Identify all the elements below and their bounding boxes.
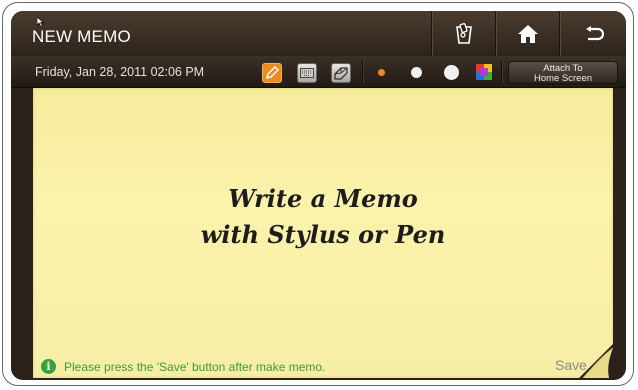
- pen-size-large-button[interactable]: [444, 65, 459, 80]
- memo-hint-line1: Write a Memo: [228, 184, 418, 213]
- keyboard-tool-button[interactable]: [297, 63, 317, 83]
- info-icon: i: [41, 359, 56, 374]
- pen-tool-button[interactable]: [262, 63, 282, 83]
- memo-app-window: NEW MEMO Friday, Jan 28, 2011 02:06 PM A…: [11, 11, 626, 380]
- home-button[interactable]: [495, 11, 559, 56]
- memo-datetime: Friday, Jan 28, 2011 02:06 PM: [35, 65, 205, 79]
- page-curl-icon: [579, 344, 613, 378]
- memo-toolbar: Friday, Jan 28, 2011 02:06 PM Attach To …: [11, 56, 626, 88]
- memo-list-icon: [455, 22, 472, 44]
- toolbar-divider: [501, 60, 502, 84]
- page-title: NEW MEMO: [32, 27, 131, 46]
- memo-list-button[interactable]: [431, 11, 495, 56]
- attach-label-line2: Home Screen: [533, 73, 593, 84]
- keyboard-icon: [300, 68, 314, 78]
- info-message: i Please press the 'Save' button after m…: [41, 359, 325, 374]
- toolbar-divider: [362, 60, 363, 84]
- attach-to-home-screen-button[interactable]: Attach To Home Screen: [508, 61, 618, 84]
- pen-size-medium-button[interactable]: [411, 67, 422, 78]
- pen-icon: [265, 66, 279, 80]
- info-text: Please press the 'Save' button after mak…: [64, 359, 326, 374]
- mouse-cursor-icon: [37, 17, 45, 27]
- title-bar: NEW MEMO: [11, 11, 626, 57]
- eraser-tool-button[interactable]: [331, 63, 351, 83]
- back-icon: [585, 25, 604, 40]
- color-palette-icon[interactable]: [476, 64, 492, 80]
- memo-canvas[interactable]: Write a Memo with Stylus or Pen i Please…: [33, 88, 613, 378]
- back-button[interactable]: [559, 11, 626, 56]
- eraser-icon: [334, 67, 348, 80]
- memo-hint-line2: with Stylus or Pen: [200, 220, 446, 249]
- pen-size-small-button[interactable]: [378, 69, 385, 76]
- home-icon: [517, 24, 538, 43]
